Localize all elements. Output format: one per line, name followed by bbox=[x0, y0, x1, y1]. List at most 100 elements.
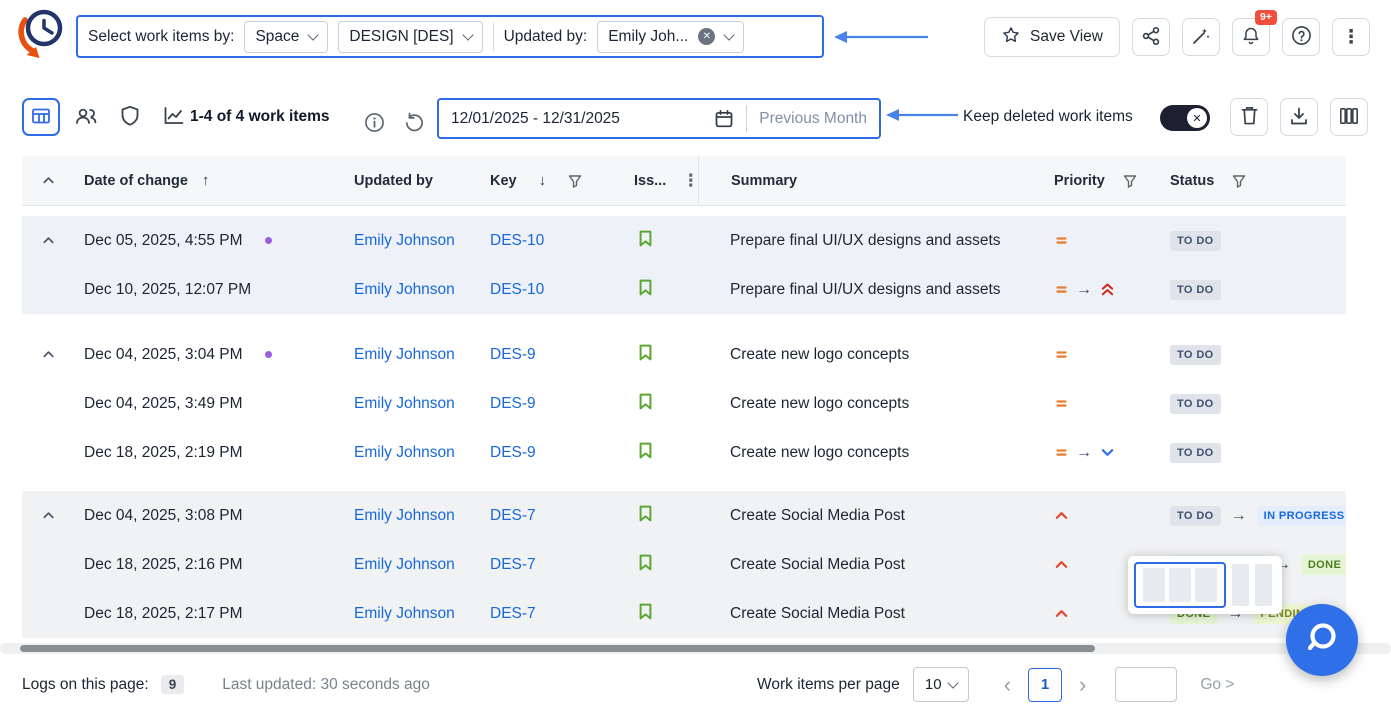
user-link[interactable]: Emily Johnson bbox=[354, 395, 455, 413]
issue-key-link[interactable]: DES-7 bbox=[490, 556, 536, 574]
collapse-group-chevron-icon[interactable] bbox=[41, 233, 56, 248]
period-preset-label[interactable]: Previous Month bbox=[759, 110, 867, 128]
status-from-badge: TO DO bbox=[1170, 394, 1221, 414]
view-switcher bbox=[22, 98, 192, 136]
col-summary[interactable]: Summary bbox=[731, 173, 797, 189]
toggle-knob-x-icon: ✕ bbox=[1187, 108, 1207, 128]
summary-text: Create new logo concepts bbox=[730, 395, 909, 413]
keep-deleted-label: Keep deleted work items bbox=[963, 108, 1133, 126]
collapse-group-chevron-icon[interactable] bbox=[41, 508, 56, 523]
col-updated-by[interactable]: Updated by bbox=[354, 173, 433, 189]
table-header-row: Date of change ↑ Updated by Key ↓ Iss...… bbox=[22, 156, 1346, 206]
people-icon bbox=[74, 105, 98, 130]
summary-text: Prepare final UI/UX designs and assets bbox=[730, 232, 1001, 250]
col-priority[interactable]: Priority bbox=[1054, 173, 1105, 189]
table-row[interactable]: Dec 04, 2025, 3:49 PM Emily Johnson DES-… bbox=[22, 379, 1346, 428]
skeleton-bar bbox=[1255, 564, 1272, 606]
filter-funnel-icon[interactable] bbox=[1232, 174, 1246, 188]
save-view-button[interactable]: Save View bbox=[984, 17, 1120, 57]
filter-funnel-icon[interactable] bbox=[568, 174, 582, 188]
col-date-of-change[interactable]: Date of change bbox=[84, 173, 188, 189]
space-dropdown[interactable]: Space bbox=[244, 21, 328, 53]
status-from-badge: TO DO bbox=[1170, 506, 1221, 526]
security-view-button[interactable] bbox=[112, 98, 148, 136]
user-link[interactable]: Emily Johnson bbox=[354, 281, 455, 299]
status-from-badge: TO DO bbox=[1170, 345, 1221, 365]
table-row[interactable]: Dec 18, 2025, 2:19 PM Emily Johnson DES-… bbox=[22, 428, 1346, 477]
collapse-group-chevron-icon[interactable] bbox=[41, 347, 56, 362]
clear-filter-icon[interactable]: ✕ bbox=[698, 28, 715, 45]
star-icon bbox=[1001, 25, 1021, 50]
chevron-down-icon bbox=[308, 29, 319, 40]
manage-columns-button[interactable] bbox=[1330, 98, 1368, 136]
date-range-picker[interactable]: 12/01/2025 - 12/31/2025 Previous Month bbox=[437, 98, 881, 139]
user-link[interactable]: Emily Johnson bbox=[354, 556, 455, 574]
user-link[interactable]: Emily Johnson bbox=[354, 444, 455, 462]
prev-page-button[interactable]: ‹ bbox=[1000, 674, 1015, 696]
current-page-button[interactable]: 1 bbox=[1028, 668, 1062, 702]
issue-key-link[interactable]: DES-9 bbox=[490, 346, 536, 364]
calendar-icon[interactable] bbox=[714, 109, 734, 129]
help-button[interactable] bbox=[1282, 18, 1320, 56]
priority-transition-arrow-icon: → bbox=[1076, 444, 1092, 462]
share-button[interactable] bbox=[1132, 18, 1170, 56]
updated-by-dropdown[interactable]: Emily Joh... ✕ bbox=[597, 21, 744, 53]
updated-by-value: Emily Joh... bbox=[608, 28, 688, 46]
issue-key-link[interactable]: DES-7 bbox=[490, 507, 536, 525]
scrollbar-thumb[interactable] bbox=[20, 645, 1095, 652]
next-page-button[interactable]: › bbox=[1075, 674, 1090, 696]
page-jump-input[interactable] bbox=[1115, 667, 1177, 702]
notifications-button[interactable]: 9+ bbox=[1232, 18, 1270, 56]
delete-logs-button[interactable] bbox=[1230, 98, 1268, 136]
table-row[interactable]: Dec 04, 2025, 3:08 PM Emily Johnson DES-… bbox=[22, 491, 1346, 540]
issue-key-link[interactable]: DES-10 bbox=[490, 232, 544, 250]
user-link[interactable]: Emily Johnson bbox=[354, 232, 455, 250]
col-issue-type[interactable]: Iss... bbox=[634, 173, 666, 189]
keep-deleted-toggle[interactable]: ✕ bbox=[1160, 105, 1210, 131]
priority-from-icon bbox=[1054, 397, 1068, 410]
table-row[interactable]: Dec 05, 2025, 4:55 PM Emily Johnson DES-… bbox=[22, 216, 1346, 265]
column-menu-icon[interactable]: ⋮ bbox=[682, 172, 699, 189]
help-icon bbox=[1291, 25, 1312, 49]
info-button[interactable] bbox=[356, 105, 392, 143]
magic-wand-button[interactable] bbox=[1182, 18, 1220, 56]
issue-key-link[interactable]: DES-9 bbox=[490, 444, 536, 462]
sort-asc-icon[interactable]: ↑ bbox=[202, 172, 210, 189]
skeleton-bar bbox=[1169, 568, 1191, 602]
trash-icon bbox=[1240, 105, 1259, 129]
user-link[interactable]: Emily Johnson bbox=[354, 507, 455, 525]
change-log-group: Dec 05, 2025, 4:55 PM Emily Johnson DES-… bbox=[22, 216, 1346, 314]
story-type-icon bbox=[638, 505, 653, 527]
table-row[interactable]: Dec 10, 2025, 12:07 PM Emily Johnson DES… bbox=[22, 265, 1346, 314]
columns-drag-preview-popup bbox=[1128, 556, 1282, 614]
issue-key-link[interactable]: DES-7 bbox=[490, 605, 536, 623]
export-button[interactable] bbox=[1280, 98, 1318, 136]
change-date: Dec 05, 2025, 4:55 PM bbox=[84, 232, 243, 250]
table-view-icon bbox=[31, 106, 51, 129]
filter-funnel-icon[interactable] bbox=[1123, 174, 1137, 188]
change-date: Dec 18, 2025, 2:16 PM bbox=[84, 556, 243, 574]
footer-bar: Logs on this page: 9 Last updated: 30 se… bbox=[0, 663, 1391, 706]
app-logo-icon bbox=[12, 4, 70, 66]
col-status[interactable]: Status bbox=[1170, 173, 1214, 189]
project-dropdown[interactable]: DESIGN [DES] bbox=[338, 21, 482, 53]
more-menu-button[interactable]: ⋮ bbox=[1332, 18, 1370, 56]
status-from-badge: TO DO bbox=[1170, 280, 1221, 300]
table-view-button[interactable] bbox=[22, 98, 60, 136]
users-view-button[interactable] bbox=[68, 98, 104, 136]
reset-button[interactable] bbox=[396, 105, 432, 143]
per-page-select[interactable]: 10 bbox=[913, 667, 969, 702]
skeleton-bar bbox=[1143, 568, 1165, 602]
collapse-all-chevron-icon[interactable] bbox=[41, 173, 56, 188]
chart-view-button[interactable] bbox=[156, 98, 192, 136]
user-link[interactable]: Emily Johnson bbox=[354, 605, 455, 623]
go-page-button[interactable]: Go > bbox=[1200, 676, 1234, 694]
horizontal-scrollbar[interactable] bbox=[0, 643, 1391, 654]
issue-key-link[interactable]: DES-10 bbox=[490, 281, 544, 299]
user-link[interactable]: Emily Johnson bbox=[354, 346, 455, 364]
table-row[interactable]: Dec 04, 2025, 3:04 PM Emily Johnson DES-… bbox=[22, 330, 1346, 379]
col-key[interactable]: Key bbox=[490, 173, 517, 189]
sort-desc-icon[interactable]: ↓ bbox=[539, 172, 547, 189]
support-chat-button[interactable] bbox=[1286, 604, 1358, 676]
issue-key-link[interactable]: DES-9 bbox=[490, 395, 536, 413]
